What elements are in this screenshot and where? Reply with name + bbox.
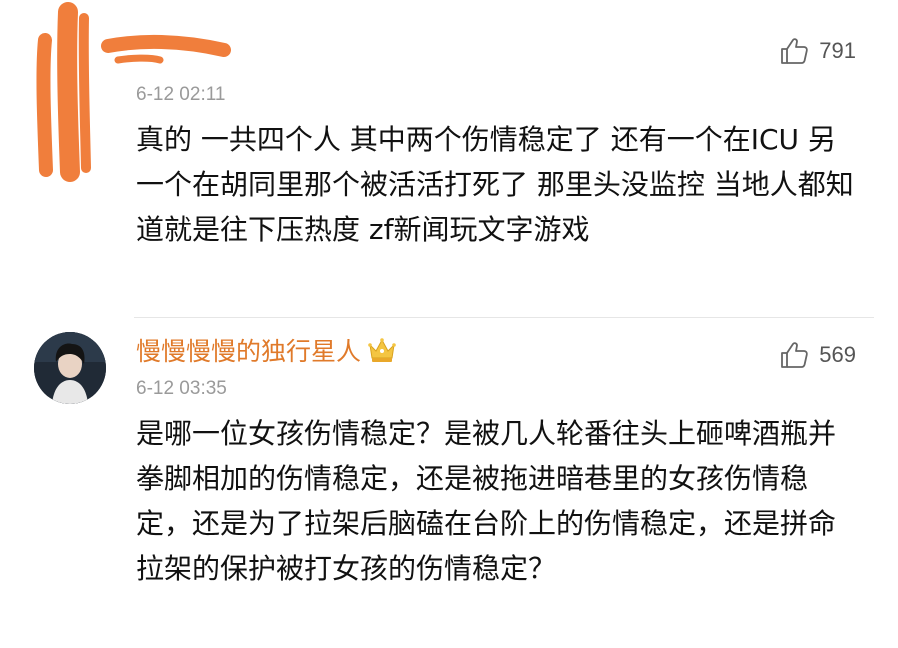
thumbs-up-icon bbox=[781, 342, 809, 368]
avatar-portrait-icon bbox=[34, 332, 106, 404]
comment-time: 6-12 03:35 bbox=[136, 378, 227, 399]
comment-text: 是哪一位女孩伤情稳定？是被几人轮番往头上砸啤酒瓶并拳脚相加的伤情稳定，还是被拖进… bbox=[136, 417, 837, 585]
like-count: 791 bbox=[819, 38, 856, 63]
comment-text: 真的 一共四个人 其中两个伤情稳定了 还有一个在ICU 另一个在胡同里那个被活活… bbox=[136, 123, 854, 246]
username[interactable]: 慢慢慢慢的独行星人 bbox=[136, 336, 397, 368]
username-text: 慢慢慢慢的独行星人 bbox=[136, 337, 362, 366]
like-button[interactable]: 569 bbox=[779, 340, 856, 370]
like-button[interactable]: 791 bbox=[779, 36, 856, 66]
comment-item: 慢慢慢慢的独行星人 6-12 03:35 569 是哪一位女孩伤情稳定？是被几人… bbox=[0, 318, 898, 648]
crown-badge-icon bbox=[368, 338, 396, 362]
thumbs-up-icon bbox=[781, 38, 809, 64]
comment-time: 6-12 02:11 bbox=[136, 84, 226, 105]
like-count: 569 bbox=[819, 342, 856, 367]
avatar[interactable] bbox=[34, 332, 106, 404]
comment-item: 6-12 02:11 791 真的 一共四个人 其中两个伤情稳定了 还有一个在I… bbox=[0, 0, 898, 318]
